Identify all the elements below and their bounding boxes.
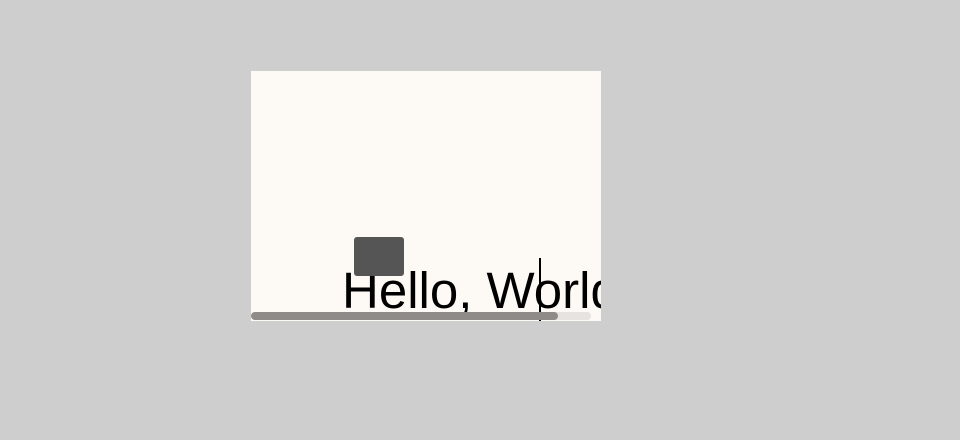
horizontal-scrollbar[interactable]: [251, 312, 591, 320]
floating-popup[interactable]: [354, 237, 404, 276]
text-editor[interactable]: Hello, World: [251, 71, 601, 321]
scrollbar-thumb[interactable]: [251, 312, 558, 320]
